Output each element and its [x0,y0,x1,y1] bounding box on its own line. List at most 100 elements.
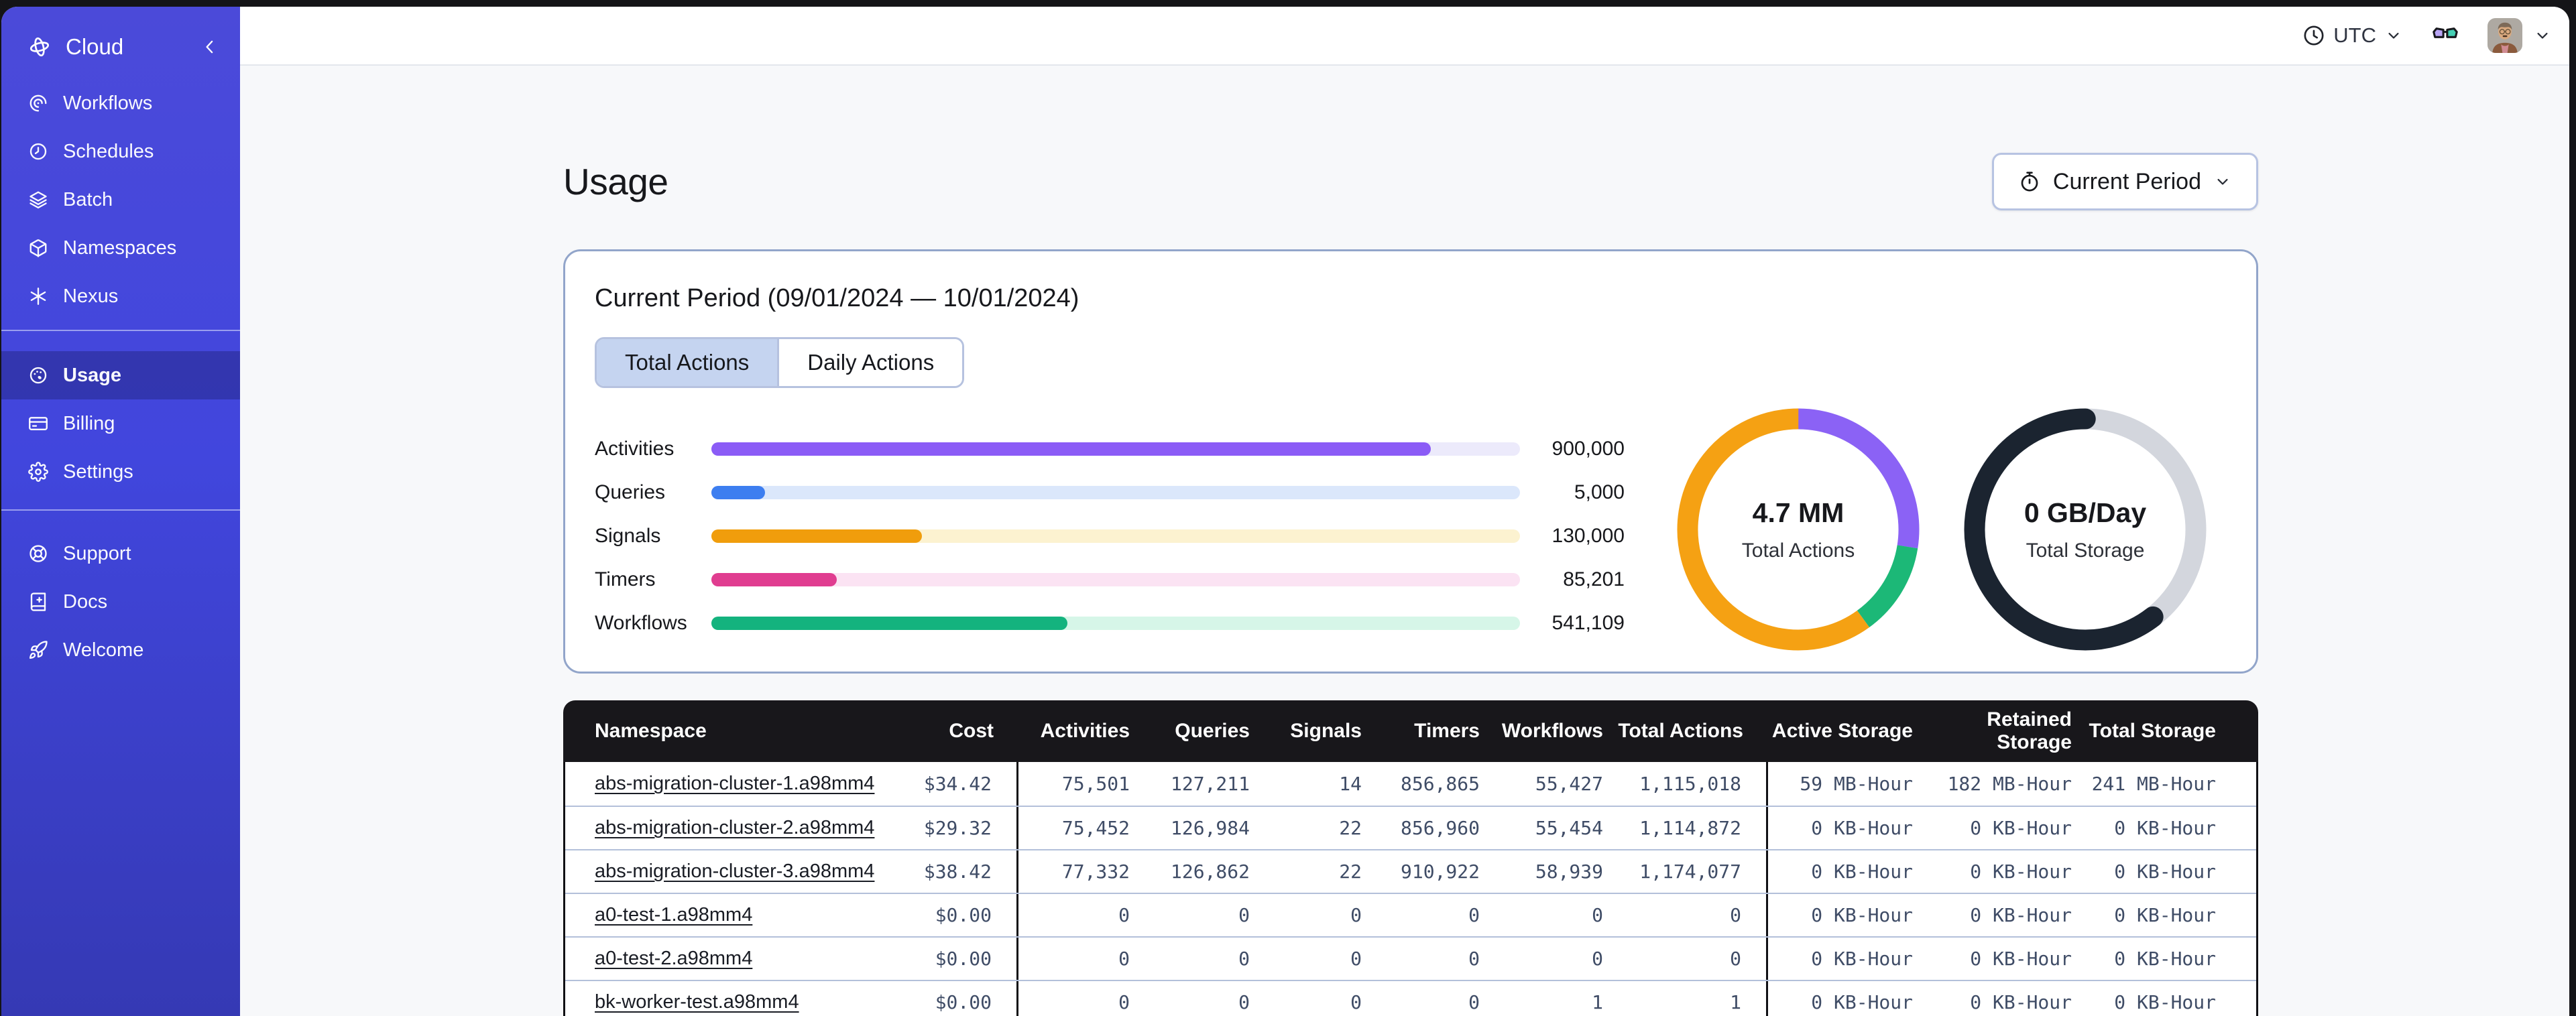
sidebar-item-label: Docs [63,590,108,613]
cell-active-storage: 0 KB-Hour [1811,817,1913,839]
sidebar-item-label: Namespaces [63,237,177,259]
avatar[interactable] [2487,18,2522,53]
cell-cost: $0.00 [879,938,1018,980]
cell-queries: 0 [1238,904,1250,926]
column-header-total-actions: Total Actions [1618,720,1743,742]
tab-daily-actions[interactable]: Daily Actions [777,339,963,386]
bar-value: 5,000 [1574,481,1625,503]
bar-value: 85,201 [1563,568,1625,590]
sidebar-item-nexus[interactable]: Nexus [1,272,240,320]
sidebar-item-batch[interactable]: Batch [1,176,240,224]
namespace-link[interactable]: a0-test-1.a98mm4 [595,904,752,926]
sidebar-item-workflows[interactable]: Workflows [1,79,240,127]
cell-total-actions: 1 [1611,981,1768,1016]
cell-cost: $0.00 [879,981,1018,1016]
namespace-link[interactable]: bk-worker-test.a98mm4 [595,991,799,1013]
bar-value: 541,109 [1552,612,1625,634]
sidebar-item-billing[interactable]: Billing [1,399,240,448]
support-icon [28,544,48,564]
namespace-link[interactable]: abs-migration-cluster-3.a98mm4 [595,861,874,883]
cell-cost: $29.32 [879,807,1018,849]
sidebar-item-welcome[interactable]: Welcome [1,626,240,674]
timezone-selector[interactable]: UTC [2302,23,2403,48]
sidebar-item-support[interactable]: Support [1,529,240,578]
namespace-link[interactable]: a0-test-2.a98mm4 [595,948,752,970]
cell-signals: 0 [1350,991,1362,1013]
cell-total-storage: 0 KB-Hour [2114,817,2216,839]
donut-center-label: 0 GB/Day Total Storage [1964,408,2207,651]
bar-value: 130,000 [1552,525,1625,547]
table-header-row: Namespace Cost Activities Queries Signals Tim… [563,700,2258,762]
user-menu[interactable] [2487,18,2552,53]
column-header-timers: Timers [1414,720,1480,742]
bar-row-queries: Queries 5,000 [595,471,1625,515]
cell-signals: 22 [1339,861,1362,883]
cell-activities: 75,501 [1061,773,1130,795]
bar-fill [711,617,1067,630]
workflows-icon [28,93,48,113]
user-menu-chevron-down-icon [2533,26,2552,45]
timezone-chevron-down-icon [2384,26,2403,45]
table-row: bk-worker-test.a98mm4 $0.00 0 0 0 0 1 1 0 KB-Hou… [565,980,2256,1016]
sidebar-item-label: Billing [63,412,115,434]
cell-timers: 856,960 [1400,817,1480,839]
bar-label: Workflows [595,612,687,634]
charts: Activities 900,000 Queries 5,000 Signals 130,… [595,407,2227,652]
bar-track [711,486,1520,499]
main-area: UTC Usage Current Period Current Period … [240,7,2569,1016]
bar-value: 900,000 [1552,438,1625,460]
topbar: UTC [240,7,2569,66]
period-chevron-down-icon [2213,172,2232,191]
cell-retained-storage: 0 KB-Hour [1970,991,2072,1013]
brand-label: Cloud [66,34,124,59]
namespace-link[interactable]: abs-migration-cluster-1.a98mm4 [595,773,874,795]
column-header-signals: Signals [1290,720,1362,742]
cell-cost: $0.00 [879,894,1018,936]
cell-retained-storage: 0 KB-Hour [1970,904,2072,926]
clock-icon [2302,24,2325,47]
sidebar-item-docs[interactable]: Docs [1,578,240,626]
sidebar-item-label: Batch [63,188,113,210]
cell-retained-storage: 0 KB-Hour [1970,861,2072,883]
cell-timers: 0 [1468,991,1480,1013]
sidebar-collapse-icon[interactable] [200,37,220,57]
tab-total-actions[interactable]: Total Actions [597,339,778,386]
bar-fill [711,486,765,499]
sidebar-brand[interactable]: Cloud [1,15,240,79]
donut-value: 0 GB/Day [2024,497,2147,528]
docs-icon [28,592,48,612]
period-dropdown-label: Current Period [2052,168,2201,194]
sidebar-item-settings[interactable]: Settings [1,448,240,496]
cell-namespace: a0-test-2.a98mm4 [565,938,879,980]
cell-total-actions: 0 [1611,894,1768,936]
sidebar-item-usage[interactable]: Usage [1,351,240,399]
bar-track [711,617,1520,630]
sidebar-item-namespaces[interactable]: Namespaces [1,224,240,272]
glasses-icon[interactable] [2430,20,2461,51]
cell-retained-storage: 0 KB-Hour [1970,948,2072,970]
donut-center-label: 4.7 MM Total Actions [1677,408,1920,651]
sidebar-item-schedules[interactable]: Schedules [1,127,240,176]
app-window: Cloud Workflows Schedules Batch Namespaces N… [1,7,2569,1016]
sidebar-item-label: Workflows [63,92,153,114]
actions-tab-group: Total Actions Daily Actions [595,337,965,388]
table-row: a0-test-1.a98mm4 $0.00 0 0 0 0 0 0 0 KB-Hour 0 KB… [565,893,2256,936]
namespace-link[interactable]: abs-migration-cluster-2.a98mm4 [595,817,874,839]
cell-cost: $38.42 [879,850,1018,893]
cell-retained-storage: 0 KB-Hour [1970,817,2072,839]
usage-icon [28,365,48,385]
cloud-logo-icon [28,36,51,58]
cell-total-storage: 0 KB-Hour [2114,861,2216,883]
total-storage-donut: 0 GB/Day Total Storage [1964,408,2207,651]
cell-activities: 0 [1118,948,1130,970]
cell-timers: 856,865 [1400,773,1480,795]
cell-timers: 910,922 [1400,861,1480,883]
bar-track [711,529,1520,543]
cell-namespace: abs-migration-cluster-3.a98mm4 [565,850,879,893]
cell-signals: 22 [1339,817,1362,839]
period-dropdown-button[interactable]: Current Period [1991,153,2258,210]
cell-total-storage: 0 KB-Hour [2114,904,2216,926]
bar-row-activities: Activities 900,000 [595,428,1625,471]
table-row: abs-migration-cluster-1.a98mm4 $34.42 75,5… [565,762,2256,806]
sidebar-item-label: Usage [63,364,122,386]
